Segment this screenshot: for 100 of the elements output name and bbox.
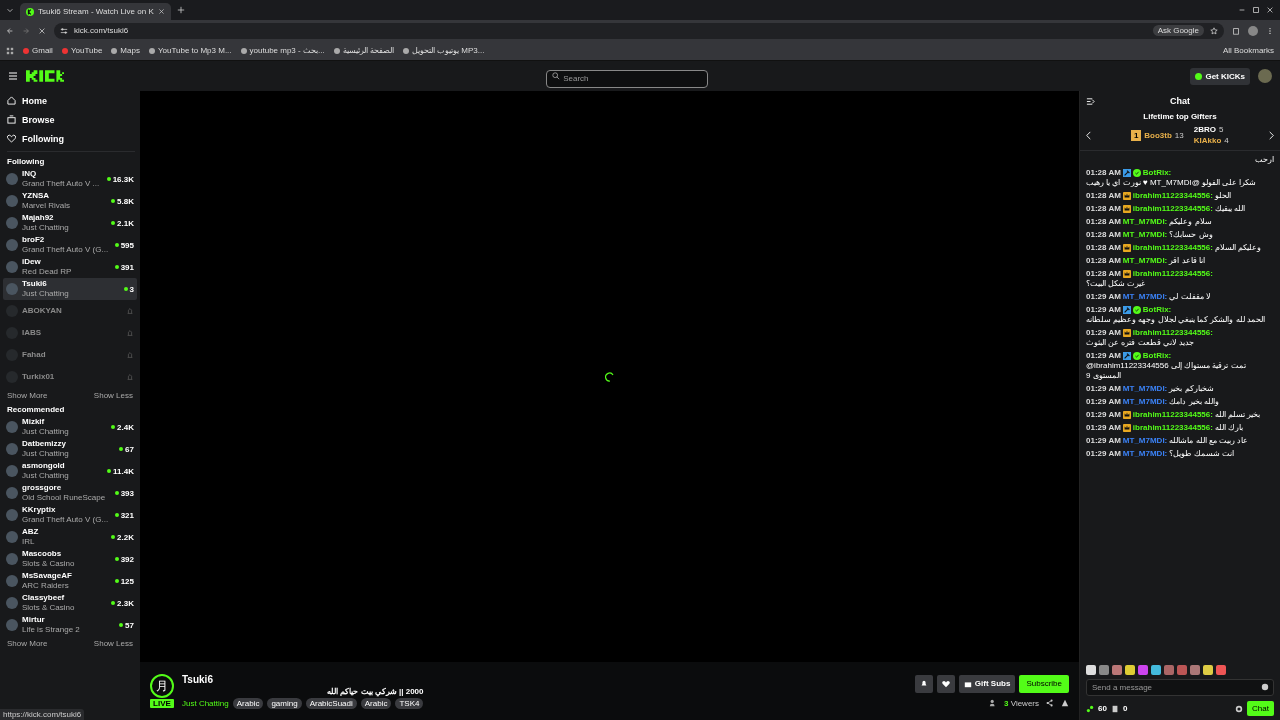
tag[interactable]: Arabic — [232, 697, 264, 709]
channel-item[interactable]: ABOKYAN — [3, 300, 137, 322]
close-icon[interactable] — [157, 8, 165, 15]
username[interactable]: BotRix: — [1142, 351, 1172, 361]
user-avatar[interactable] — [1258, 69, 1272, 83]
bookmark[interactable]: YouTube — [61, 46, 103, 55]
channel-category: Grand Theft Auto V (G... — [22, 515, 110, 525]
username[interactable]: ibrahim11223344556: — [1132, 269, 1213, 279]
next-icon[interactable] — [1267, 130, 1276, 140]
emoji-icon[interactable] — [1261, 683, 1269, 691]
search-field[interactable]: Search — [546, 69, 709, 88]
channel-item[interactable]: Tsuki6 Just Chatting 3 — [3, 278, 137, 300]
channel-item[interactable]: Mascoobs Slots & Casino 392 — [3, 548, 137, 570]
previous-icon[interactable] — [1084, 130, 1093, 140]
close-icon[interactable] — [1266, 6, 1274, 14]
username[interactable]: MT_M7MDI: — [1122, 292, 1168, 302]
channel-item[interactable]: ABZ IRL 2.2K — [3, 526, 137, 548]
profile-avatar[interactable] — [1248, 25, 1258, 36]
show-less-link[interactable]: Show Less — [93, 391, 133, 400]
menu-icon[interactable] — [1266, 26, 1274, 35]
subscribe-button[interactable]: Subscribe — [1019, 674, 1069, 693]
logo-drawing[interactable] — [26, 70, 64, 82]
username[interactable]: BotRix: — [1142, 168, 1172, 178]
extensions-icon[interactable] — [1232, 26, 1240, 35]
channel-item[interactable]: INQ Grand Theft Auto V ... 16.3K — [3, 168, 137, 190]
notification-button[interactable] — [914, 674, 933, 693]
nav-link[interactable]: Home — [3, 91, 137, 110]
tab-search-icon[interactable] — [6, 6, 14, 14]
channel-item[interactable]: Majah92 Just Chatting 2.1K — [3, 212, 137, 234]
username[interactable]: MT_M7MDI: — [1122, 217, 1168, 227]
username[interactable]: ibrahim11223344556: — [1132, 410, 1213, 420]
collapse-icon[interactable] — [1086, 96, 1095, 106]
nav-link[interactable]: Following — [3, 129, 137, 148]
share-icon[interactable] — [1046, 699, 1054, 707]
chat-button[interactable]: Chat — [1247, 701, 1274, 716]
username[interactable]: ibrahim11223344556: — [1132, 204, 1213, 214]
get-kicks-button[interactable]: Get KICKs — [1190, 67, 1250, 85]
star-icon[interactable] — [1210, 26, 1218, 35]
back-icon[interactable] — [6, 26, 14, 35]
gift-subs-button[interactable]: Gift Subs — [958, 674, 1016, 693]
stop-icon[interactable] — [38, 26, 46, 35]
bookmark[interactable]: YouTube to Mp3 M... — [148, 46, 232, 55]
warning-icon[interactable] — [1061, 699, 1069, 707]
message-time: 01:29 AM — [1086, 449, 1121, 459]
bookmark[interactable]: youtube mp3 - بحث... — [240, 46, 325, 55]
channel-item[interactable]: Turkix01 — [3, 366, 137, 388]
show-more-link[interactable]: Show More — [7, 391, 48, 400]
bookmark[interactable]: الصفحة الرئيسية — [333, 46, 394, 55]
menu-icon[interactable] — [8, 71, 18, 81]
bookmark[interactable]: Gmail — [23, 46, 53, 55]
apps-icon[interactable] — [6, 46, 14, 55]
channel-item[interactable]: KKryptix Grand Theft Auto V (G... 321 — [3, 504, 137, 526]
follow-button[interactable] — [936, 674, 955, 693]
channel-item[interactable]: Mirtur Life is Strange 2 57 — [3, 614, 137, 636]
channel-name[interactable]: Tsuki6 — [182, 673, 424, 685]
username[interactable]: MT_M7MDI: — [1122, 256, 1168, 266]
all-bookmarks[interactable]: All Bookmarks — [1222, 46, 1274, 55]
channel-item[interactable]: MsSavageAF ARC Raiders 125 — [3, 570, 137, 592]
username[interactable]: MT_M7MDI: — [1122, 449, 1168, 459]
tag[interactable]: ArabicSuadi — [305, 697, 357, 709]
show-less-link[interactable]: Show Less — [93, 639, 133, 648]
username[interactable]: MT_M7MDI: — [1122, 397, 1168, 407]
bookmark[interactable]: يوتيوب التحويل MP3... — [402, 46, 485, 55]
username[interactable]: ibrahim11223344556: — [1132, 423, 1213, 433]
tag[interactable]: gaming — [267, 697, 302, 709]
message-field[interactable]: Send a message — [1086, 679, 1274, 696]
channel-item[interactable]: IABS — [3, 322, 137, 344]
settings-icon[interactable] — [1235, 704, 1244, 713]
tag[interactable]: Arabic — [360, 697, 392, 709]
ask-google-button[interactable]: Ask Google — [1152, 25, 1204, 36]
new-tab-icon[interactable] — [176, 6, 185, 14]
avatar — [6, 465, 18, 477]
channel-item[interactable]: iDew Red Dead RP 391 — [3, 256, 137, 278]
message-text: انا قاعد اقر — [1169, 256, 1205, 266]
viewer-count: 2.1K — [111, 218, 134, 228]
username[interactable]: ibrahim11223344556: — [1132, 191, 1213, 201]
channel-item[interactable]: Fahad — [3, 344, 137, 366]
minimize-icon[interactable] — [1238, 6, 1246, 14]
channel-item[interactable]: broF2 Grand Theft Auto V (G... 595 — [3, 234, 137, 256]
browser-tab[interactable]: Tsuki6 Stream - Watch Live on K — [20, 3, 171, 20]
username[interactable]: BotRix: — [1142, 305, 1172, 315]
channel-item[interactable]: grossgore Old School RuneScape 393 — [3, 482, 137, 504]
channel-item[interactable]: Datbemizzy Just Chatting 67 — [3, 438, 137, 460]
username[interactable]: MT_M7MDI: — [1122, 230, 1168, 240]
username[interactable]: MT_M7MDI: — [1122, 436, 1168, 446]
channel-item[interactable]: Mizkif Just Chatting 2.4K — [3, 416, 137, 438]
username[interactable]: ibrahim11223344556: — [1132, 328, 1213, 338]
channel-item[interactable]: YZNSA Marvel Rivals 5.8K — [3, 190, 137, 212]
address-bar[interactable]: kick.com/tsuki6 Ask Google — [54, 22, 1224, 39]
channel-item[interactable]: Classybeef Slots & Casino 2.3K — [3, 592, 137, 614]
bookmark[interactable]: Maps — [111, 46, 140, 55]
username[interactable]: ibrahim11223344556: — [1132, 243, 1213, 253]
channel-category: Grand Theft Auto V (G... — [22, 245, 110, 255]
tag[interactable]: TSK4 — [395, 697, 424, 709]
show-more-link[interactable]: Show More — [7, 639, 48, 648]
maximize-icon[interactable] — [1252, 6, 1260, 14]
channel-item[interactable]: asmongold Just Chatting 11.4K — [3, 460, 137, 482]
category-link[interactable]: Just Chatting — [182, 698, 229, 708]
nav-link[interactable]: Browse — [3, 110, 137, 129]
username[interactable]: MT_M7MDI: — [1122, 384, 1168, 394]
